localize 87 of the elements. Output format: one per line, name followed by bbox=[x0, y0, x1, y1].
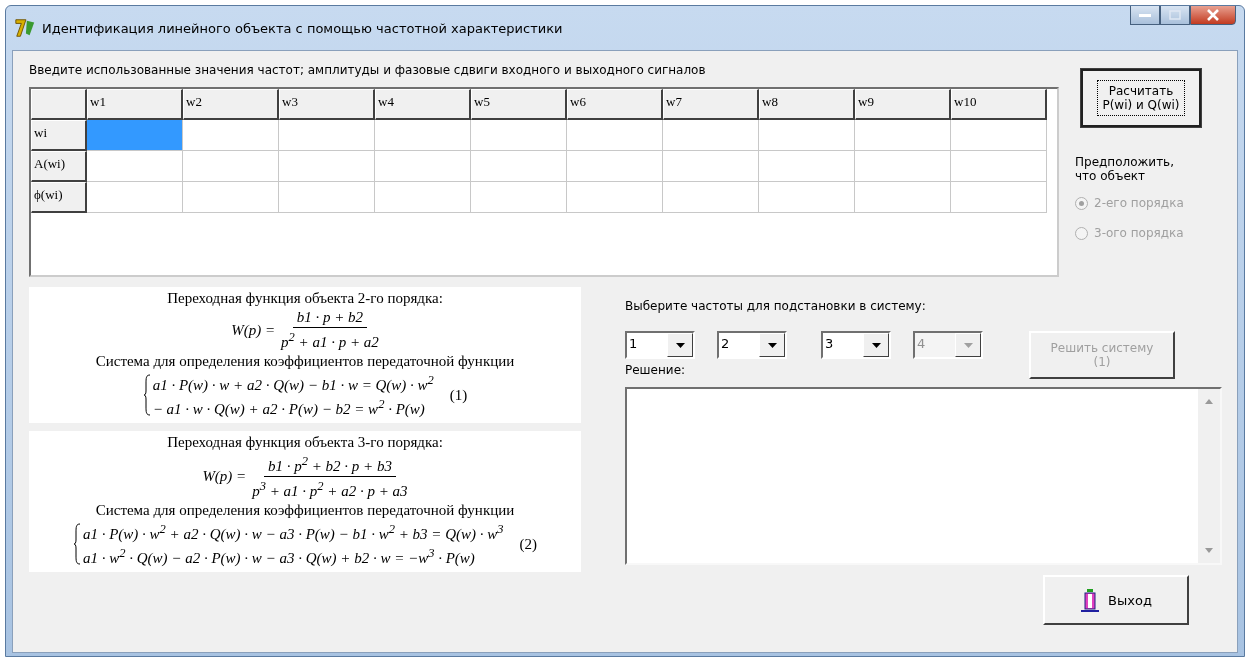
table-cell[interactable] bbox=[663, 151, 759, 182]
table-cell[interactable] bbox=[183, 120, 279, 151]
close-button[interactable] bbox=[1190, 6, 1236, 25]
table-cell[interactable] bbox=[759, 120, 855, 151]
close-icon bbox=[1207, 9, 1219, 21]
column-header: w4 bbox=[375, 89, 471, 120]
table-cell[interactable] bbox=[855, 120, 951, 151]
table-cell[interactable] bbox=[663, 120, 759, 151]
formula-title: Переходная функция объекта 3-го порядка: bbox=[167, 433, 443, 452]
solution-label: Решение: bbox=[625, 363, 687, 379]
column-header: w2 bbox=[183, 89, 279, 120]
table-cell[interactable] bbox=[855, 182, 951, 213]
table-cell[interactable] bbox=[87, 120, 183, 151]
table-cell[interactable] bbox=[375, 151, 471, 182]
column-header: w3 bbox=[279, 89, 375, 120]
minimize-button[interactable] bbox=[1130, 6, 1160, 25]
table-cell[interactable] bbox=[375, 120, 471, 151]
table-cell[interactable] bbox=[279, 182, 375, 213]
dropdown-arrow-icon bbox=[767, 342, 777, 348]
app-icon bbox=[14, 17, 36, 39]
calculate-button[interactable]: Расчитать P(wi) и Q(wi) bbox=[1081, 69, 1201, 127]
frequency-label: Выберите частоты для подстановки в систему: bbox=[625, 299, 927, 315]
frequency-dropdown[interactable]: 1 bbox=[625, 331, 695, 359]
table-cell[interactable] bbox=[951, 182, 1047, 213]
maximize-button[interactable] bbox=[1160, 6, 1190, 25]
instruction-text: Введите использованные значения частот; амплитуды и фазовые сдвиги входного и выходного сигналов bbox=[29, 63, 707, 77]
equation-number: (2) bbox=[519, 535, 538, 553]
column-header: w10 bbox=[951, 89, 1047, 120]
row-header: ϕ(wi) bbox=[31, 182, 87, 213]
system-title: Система для определения коэффициентов передаточной функции bbox=[95, 501, 515, 520]
column-header: w8 bbox=[759, 89, 855, 120]
table-cell[interactable] bbox=[951, 151, 1047, 182]
table-cell[interactable] bbox=[567, 120, 663, 151]
table-cell[interactable] bbox=[375, 182, 471, 213]
transfer-function-lhs: W(p) = bbox=[202, 467, 247, 486]
row-header: A(wi) bbox=[31, 151, 87, 182]
brace-icon bbox=[142, 374, 151, 416]
table-cell[interactable] bbox=[471, 120, 567, 151]
equation: a1 · w$^{2}$ · Q(w) − a2 · P(w) · w − a3 · Q(w) + b2 · w = −w$^{3}$ · P(w) bbox=[82, 545, 476, 568]
system-title: Система для определения коэффициентов передаточной функции bbox=[95, 352, 515, 371]
table-cell[interactable] bbox=[87, 151, 183, 182]
table-cell[interactable] bbox=[759, 151, 855, 182]
minimize-icon bbox=[1139, 12, 1151, 18]
scroll-up-icon bbox=[1205, 399, 1213, 404]
door-icon bbox=[1080, 588, 1101, 612]
dropdown-arrow-icon bbox=[871, 342, 881, 348]
table-cell[interactable] bbox=[759, 182, 855, 213]
frequency-dropdown[interactable]: 3 bbox=[821, 331, 891, 359]
table-cell[interactable] bbox=[471, 151, 567, 182]
column-header: w6 bbox=[567, 89, 663, 120]
dropdown-arrow-icon bbox=[675, 342, 685, 348]
table-cell[interactable] bbox=[279, 151, 375, 182]
table-cell[interactable] bbox=[663, 182, 759, 213]
denominator: p$^{3}$ + a1 · p$^{2}$ + a2 · p + a3 bbox=[252, 478, 408, 501]
denominator: p$^{2}$ + a1 · p + a2 bbox=[281, 329, 379, 352]
numerator: b1 · p + b2 bbox=[292, 308, 368, 328]
column-header: w1 bbox=[87, 89, 183, 120]
equation: a1 · P(w) · w + a2 · Q(w) − b1 · w = Q(w) · w$^{2}$ bbox=[152, 372, 434, 395]
numerator: b1 · p$^{2}$ + b2 · p + b3 bbox=[263, 452, 396, 477]
formula-title: Переходная функция объекта 2-го порядка: bbox=[167, 289, 443, 308]
exit-button[interactable]: Выход bbox=[1043, 575, 1189, 625]
solution-field[interactable] bbox=[625, 387, 1222, 565]
transfer-function-lhs: W(p) = bbox=[231, 320, 276, 340]
table-cell[interactable] bbox=[279, 120, 375, 151]
row-header: wi bbox=[31, 120, 87, 151]
equation: − a1 · w · Q(w) + a2 · P(w) − b2 = w$^{2}$ · P(w) bbox=[152, 396, 426, 419]
dropdown-arrow-icon bbox=[963, 342, 973, 348]
equation: a1 · P(w) · w$^{2}$ + a2 · Q(w) · w − a3 · P(w) − b1 · w$^{2}$ + b3 = Q(w) · w$^{3}$ bbox=[82, 521, 504, 544]
equation-number: (1) bbox=[449, 386, 468, 404]
table-cell[interactable] bbox=[471, 182, 567, 213]
table-cell[interactable] bbox=[951, 120, 1047, 151]
column-header: w7 bbox=[663, 89, 759, 120]
table-cell[interactable] bbox=[183, 182, 279, 213]
assume-label: Предположить, что объект bbox=[1075, 155, 1175, 183]
column-header: w9 bbox=[855, 89, 951, 120]
column-header: w5 bbox=[471, 89, 567, 120]
table-cell[interactable] bbox=[567, 151, 663, 182]
scroll-down-icon bbox=[1205, 548, 1213, 553]
maximize-icon bbox=[1169, 10, 1181, 20]
brace-icon bbox=[72, 523, 81, 565]
table-cell[interactable] bbox=[567, 182, 663, 213]
frequency-dropdown[interactable]: 2 bbox=[717, 331, 787, 359]
table-cell[interactable] bbox=[183, 151, 279, 182]
table-cell[interactable] bbox=[87, 182, 183, 213]
window-title: Идентификация линейного объекта с помощью частотной характеристики bbox=[42, 20, 564, 36]
scrollbar[interactable] bbox=[1198, 389, 1220, 563]
table-cell[interactable] bbox=[855, 151, 951, 182]
